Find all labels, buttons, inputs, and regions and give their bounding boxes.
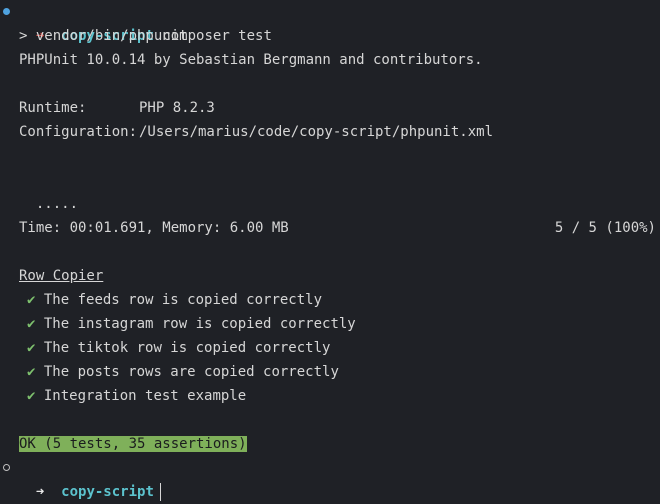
check-icon: ✔ xyxy=(27,292,36,308)
test-name: The posts rows are copied correctly xyxy=(43,364,339,380)
test-result-item: ✔ The feeds row is copied correctly xyxy=(27,288,322,312)
prompt-cwd: copy-script xyxy=(61,484,154,500)
test-result-item: ✔ The tiktok row is copied correctly xyxy=(27,336,330,360)
check-icon: ✔ xyxy=(27,316,36,332)
test-name: The instagram row is copied correctly xyxy=(43,316,356,332)
ok-result-badge: OK (5 tests, 35 assertions) xyxy=(19,436,247,452)
prompt-status-dot xyxy=(3,8,10,15)
configuration-line: Configuration:/Users/marius/code/copy-sc… xyxy=(19,120,493,144)
configuration-value: /Users/marius/code/copy-script/phpunit.x… xyxy=(139,124,494,140)
check-icon: ✔ xyxy=(27,340,36,356)
configuration-label: Configuration: xyxy=(19,124,138,140)
run-line: > vendor/bin/phpunit xyxy=(19,28,188,44)
runtime-label: Runtime: xyxy=(19,100,87,116)
time-memory-line: Time: 00:01.691, Memory: 6.00 MB xyxy=(19,220,289,236)
prompt-arrow: ➜ xyxy=(35,484,45,500)
phpunit-version-line: PHPUnit 10.0.14 by Sebastian Bergmann an… xyxy=(19,52,483,68)
prompt-status-dot xyxy=(3,464,10,471)
check-icon: ✔ xyxy=(27,388,36,404)
test-name: The tiktok row is copied correctly xyxy=(43,340,331,356)
progress-count: 5 / 5 (100%) xyxy=(554,220,656,236)
terminal-window[interactable]: { "prompt1": { "arrow": "➜", "cwd": "cop… xyxy=(0,0,660,501)
test-result-item: ✔ The posts rows are copied correctly xyxy=(27,360,339,384)
text-cursor xyxy=(159,483,161,501)
progress-dots: ..... xyxy=(35,196,79,212)
result-line: OK (5 tests, 35 assertions) xyxy=(19,432,247,456)
test-name: Integration test example xyxy=(43,388,247,404)
test-name: The feeds row is copied correctly xyxy=(43,292,323,308)
runtime-value: PHP 8.2.3 xyxy=(139,100,215,116)
check-icon: ✔ xyxy=(27,364,36,380)
test-result-item: ✔ Integration test example xyxy=(27,384,246,408)
prompt-line-2[interactable]: ➜ copy-script xyxy=(19,456,161,501)
progress-line: ..... 5 / 5 (100%) xyxy=(19,168,658,236)
test-result-item: ✔ The instagram row is copied correctly xyxy=(27,312,356,336)
prompt-line-1: ➜ copy-script composer test xyxy=(19,0,272,44)
test-suite-name: Row Copier xyxy=(19,268,104,284)
runtime-line: Runtime: PHP 8.2.3 xyxy=(19,96,215,120)
